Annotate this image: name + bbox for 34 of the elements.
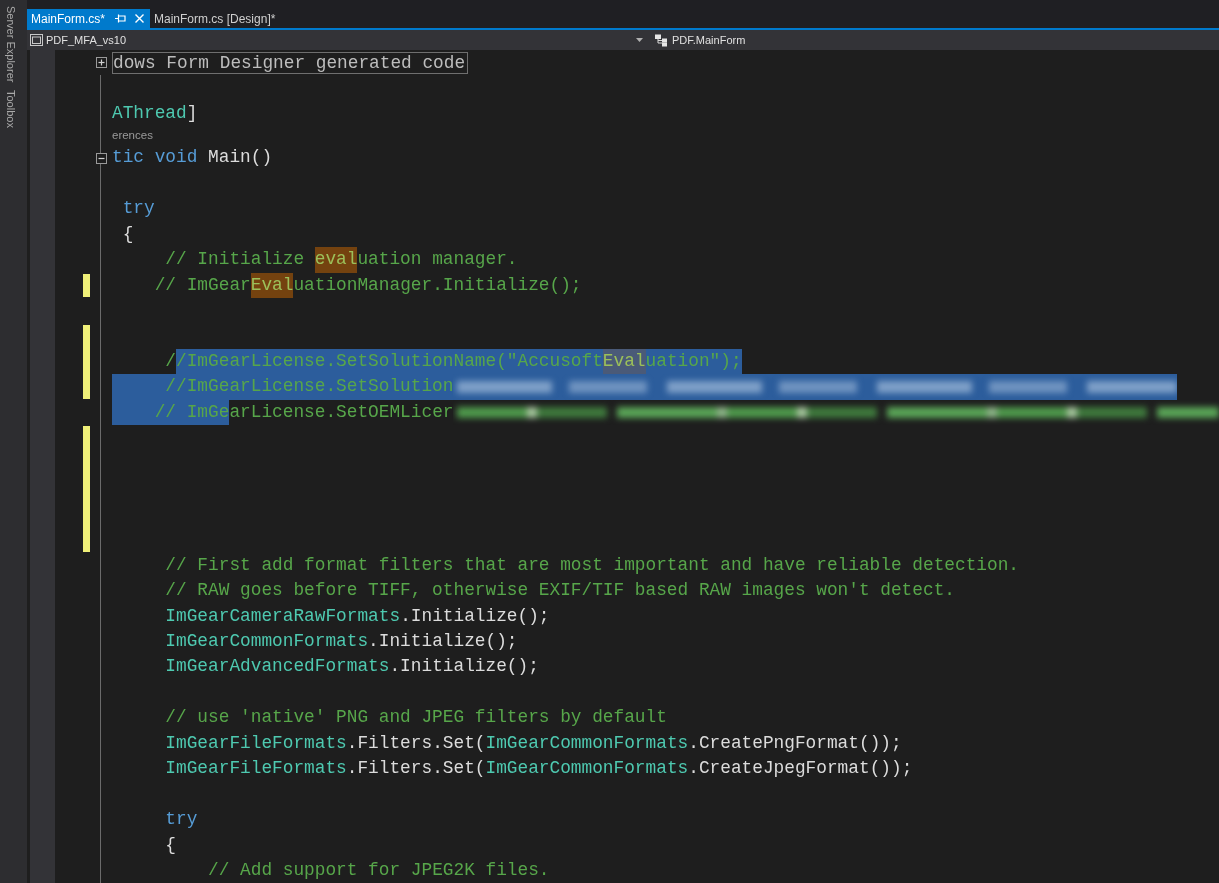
codelens-link[interactable]: erences (112, 126, 153, 146)
code-line: ImGearAdvancedFormats.Initialize(); (165, 655, 539, 679)
code-line: // ImGearEvaluationManager.Initialize(); (154, 272, 582, 299)
project-dropdown[interactable]: PDF_MFA_vs10 (30, 30, 648, 50)
linked-boxes-icon (654, 33, 669, 47)
pin-icon[interactable] (115, 14, 126, 23)
collapsed-region[interactable]: dows Form Designer generated code (112, 51, 469, 74)
code-line: // Initialize evaluation manager. (165, 247, 518, 273)
code-line: tic void Main() (112, 146, 273, 170)
code-line: ImGearCameraRawFormats.Initialize(); (165, 604, 550, 628)
collapse-icon[interactable] (95, 152, 107, 164)
expand-icon[interactable] (95, 57, 107, 69)
code-line: // use 'native' PNG and JPEG filters by default (165, 706, 667, 730)
code-line: // ImGearLicense.SetOEMLicer (112, 399, 454, 426)
code-line: { (165, 833, 177, 857)
editor-tab[interactable]: MainForm.cs [Design]* (150, 9, 282, 28)
tool-window-tab[interactable]: Toolbox (4, 90, 17, 129)
code-line: // RAW goes before TIFF, otherwise EXIF/TIF based RAW images won't detect. (165, 579, 955, 603)
code-line: // Add support for JPEG2K files. (208, 859, 550, 883)
code-line: //ImGearLicense.SetSolutionName("AccusoftEvaluation"); (165, 349, 742, 375)
type-dropdown[interactable]: PDF.MainForm (654, 30, 746, 50)
caret-icon (636, 38, 643, 42)
code-line: ImGearCommonFormats.Initialize(); (165, 629, 518, 653)
code-line: try (165, 808, 198, 832)
code-line: ImGearFileFormats.Filters.Set(ImGearCommonFormats.CreateJpegFormat()); (165, 757, 913, 781)
code-line: try (122, 197, 155, 221)
code-line: AThread] (112, 101, 198, 125)
code-line: { (122, 222, 134, 246)
window-icon (30, 34, 43, 46)
tool-window-tab[interactable]: Server Explorer (4, 6, 17, 83)
editor-tab[interactable]: MainForm.cs* (27, 9, 150, 28)
code-line: // First add format filters that are most important and have reliable detection. (165, 553, 1019, 577)
close-icon[interactable] (135, 14, 144, 23)
code-line: ImGearFileFormats.Filters.Set(ImGearCommonFormats.CreatePngFormat()); (165, 731, 902, 755)
